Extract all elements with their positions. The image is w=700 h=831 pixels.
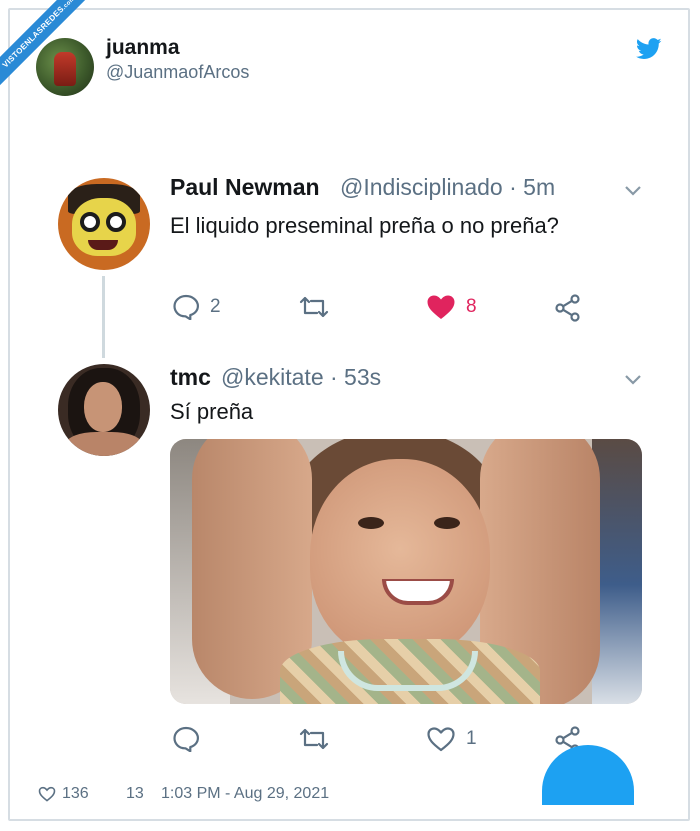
footer-retweet-count: 13: [126, 785, 144, 802]
tweet1-like-count: 8: [466, 296, 477, 317]
paul-avatar[interactable]: [58, 178, 150, 270]
tweet1-like-button[interactable]: 8: [426, 294, 477, 320]
tweet1-text: El liquido preseminal preña o no preña?: [170, 213, 559, 238]
tweet1-share-button[interactable]: [554, 294, 582, 322]
tweet1-reply-count: 2: [210, 296, 221, 317]
author-handle[interactable]: @JuanmaofArcos: [106, 62, 249, 83]
footer-likes[interactable]: 136: [38, 785, 89, 803]
tweet2-like-button[interactable]: 1: [426, 726, 477, 752]
tweet2-name[interactable]: tmc: [170, 364, 211, 391]
tweet2-text: Sí preña: [170, 399, 254, 424]
tweet2-retweet-button[interactable]: [298, 726, 330, 752]
watermark-suffix: .com: [61, 0, 77, 11]
author-avatar[interactable]: [36, 38, 94, 96]
tweet2-meta[interactable]: @kekitate · 53s: [221, 364, 381, 391]
tweet2-reply-button[interactable]: [172, 726, 200, 752]
tweet1-name[interactable]: Paul Newman: [170, 174, 320, 201]
share-icon: [555, 294, 580, 322]
retweet-icon: [299, 728, 329, 750]
tweet1-reply-button[interactable]: 2: [172, 294, 221, 320]
footer-retweets[interactable]: 13: [126, 785, 144, 803]
tweet2-photo[interactable]: [170, 439, 642, 704]
thread-connector: [102, 276, 105, 358]
tweet2-chevron-down-icon[interactable]: [624, 374, 642, 386]
heart-filled-icon: [427, 295, 455, 319]
tweet1-chevron-down-icon[interactable]: [624, 185, 642, 197]
footer-like-count: 136: [62, 785, 89, 802]
footer-timestamp[interactable]: 1:03 PM - Aug 29, 2021: [161, 785, 329, 803]
reply-icon: [173, 726, 199, 752]
author-name[interactable]: juanma: [106, 36, 180, 60]
tweet1-meta[interactable]: @Indisciplinado · 5m: [340, 174, 555, 201]
tweet2-like-count: 1: [466, 728, 477, 749]
twitter-bird-icon[interactable]: [636, 38, 662, 60]
tmc-avatar[interactable]: [58, 364, 150, 456]
reply-icon: [173, 294, 199, 320]
timestamp-text: 1:03 PM - Aug 29, 2021: [161, 785, 330, 802]
retweet-icon: [299, 296, 329, 318]
heart-icon: [427, 727, 455, 752]
heart-icon: [38, 786, 56, 802]
tweet1-retweet-button[interactable]: [298, 294, 330, 320]
